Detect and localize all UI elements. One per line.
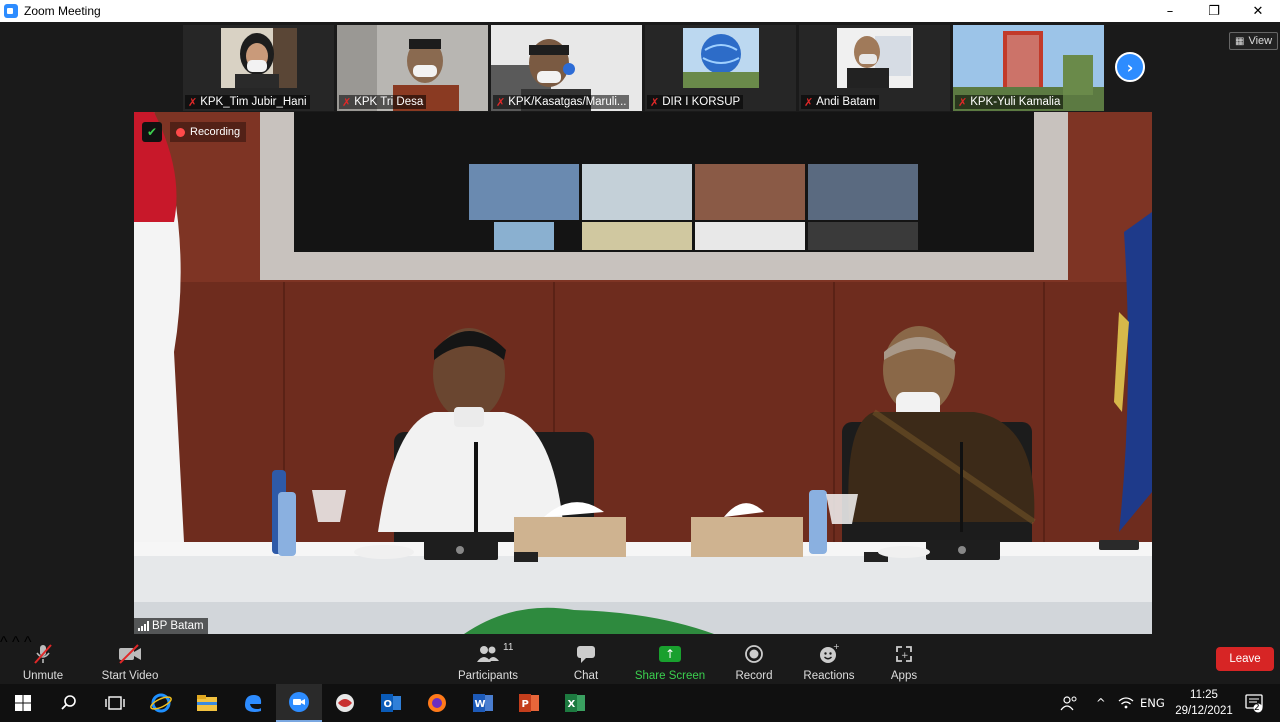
zoom-taskbar-icon[interactable] — [276, 684, 322, 722]
participant-tile[interactable]: ✗ KPK Tri Desa — [337, 25, 488, 111]
mic-off-icon: ✗ — [804, 95, 814, 109]
active-speaker-video: ✔ Recording BP Batam — [134, 112, 1152, 634]
participant-tile[interactable]: ✗ KPK/Kasatgas/Maruli... — [491, 25, 642, 111]
microphone-muted-icon — [32, 642, 54, 666]
participant-tile[interactable]: ✗ KPK_Tim Jubir_Hani — [183, 25, 334, 111]
file-explorer-icon[interactable] — [184, 684, 230, 722]
powerpoint-icon[interactable]: P — [506, 684, 552, 722]
video-off-icon — [117, 642, 143, 666]
windows-start-icon[interactable] — [0, 684, 46, 722]
participant-tile[interactable]: ✗ Andi Batam — [799, 25, 950, 111]
svg-text:O: O — [384, 699, 393, 710]
mic-off-icon: ✗ — [342, 95, 352, 109]
wifi-icon[interactable] — [1118, 684, 1134, 722]
window-title: Zoom Meeting — [24, 4, 101, 18]
audio-options-caret-icon[interactable]: ^ — [0, 634, 8, 651]
recording-indicator[interactable]: Recording — [170, 122, 247, 142]
minimize-button[interactable]: – — [1148, 0, 1192, 22]
participant-name: ✗ KPK_Tim Jubir_Hani — [185, 95, 310, 109]
restore-button[interactable]: ❐ — [1192, 0, 1236, 22]
security-shield-icon[interactable]: ✔ — [142, 122, 162, 142]
participant-tile[interactable]: ✗ KPK-Yuli Kamalia — [953, 25, 1104, 111]
participant-name: ✗ KPK Tri Desa — [339, 95, 427, 109]
input-language[interactable]: ENG — [1140, 684, 1165, 722]
participant-name: ✗ Andi Batam — [801, 95, 879, 109]
speaker-name-label: BP Batam — [134, 618, 208, 634]
participants-icon — [476, 642, 500, 666]
people-icon[interactable] — [1060, 684, 1078, 722]
participant-name: ✗ KPK-Yuli Kamalia — [955, 95, 1064, 109]
windows-taskbar: O W P X ^ ENG 11:25 29/12/2021 2 — [0, 684, 1280, 722]
svg-text:+: + — [833, 643, 840, 651]
participant-name: ✗ KPK/Kasatgas/Maruli... — [493, 95, 630, 109]
apps-button[interactable]: + Apps — [884, 636, 924, 682]
mic-off-icon: ✗ — [958, 95, 968, 109]
window-titlebar: Zoom Meeting – ❐ ✕ — [0, 0, 1280, 22]
mic-off-icon: ✗ — [496, 95, 506, 109]
meeting-controls-bar: Unmute ^ Start Video ^ Participants 11 ^ — [0, 634, 1280, 684]
clock-date: 29/12/2021 — [1175, 705, 1233, 717]
outlook-icon[interactable]: O — [368, 684, 414, 722]
search-icon[interactable] — [46, 684, 92, 722]
window-controls: – ❐ ✕ — [1148, 0, 1280, 22]
app-icon[interactable] — [322, 684, 368, 722]
mic-off-icon: ✗ — [188, 95, 198, 109]
svg-text:P: P — [522, 699, 529, 710]
participant-tile[interactable]: ✗ DIR I KORSUP — [645, 25, 796, 111]
speaker-video-scene — [134, 112, 1152, 634]
notification-center-icon[interactable]: 2 — [1244, 684, 1264, 722]
system-clock[interactable]: 11:25 29/12/2021 — [1170, 687, 1238, 719]
firefox-icon[interactable] — [414, 684, 460, 722]
clock-time: 11:25 — [1190, 689, 1218, 701]
close-button[interactable]: ✕ — [1236, 0, 1280, 22]
show-hidden-icons-chevron-icon[interactable]: ^ — [1096, 684, 1106, 722]
next-page-arrow-icon[interactable]: › — [1115, 52, 1145, 82]
chat-button[interactable]: Chat — [566, 636, 606, 682]
svg-text:W: W — [475, 699, 486, 710]
reactions-button[interactable]: + Reactions — [801, 636, 857, 682]
svg-text:X: X — [568, 699, 576, 710]
mic-off-icon: ✗ — [650, 95, 660, 109]
unmute-button[interactable]: Unmute — [18, 636, 68, 682]
svg-text:+: + — [901, 651, 909, 661]
zoom-app-icon — [4, 4, 18, 18]
participant-video — [682, 28, 759, 88]
record-icon — [744, 642, 764, 666]
participant-video — [220, 28, 297, 88]
start-video-button[interactable]: Start Video — [100, 636, 160, 682]
edge-browser-icon[interactable] — [230, 684, 276, 722]
leave-button[interactable]: Leave — [1216, 647, 1274, 671]
view-button[interactable]: ▦ View — [1229, 32, 1279, 50]
share-screen-icon: ↑ — [659, 642, 681, 666]
task-view-icon[interactable] — [92, 684, 138, 722]
meeting-area: ✗ KPK_Tim Jubir_Hani ✗ KPK Tri Desa ✗ KP… — [0, 22, 1280, 634]
participant-video — [836, 28, 913, 88]
chat-icon — [575, 642, 597, 666]
reactions-icon: + — [818, 642, 840, 666]
participant-name: ✗ DIR I KORSUP — [647, 95, 744, 109]
internet-explorer-icon[interactable] — [138, 684, 184, 722]
word-icon[interactable]: W — [460, 684, 506, 722]
notification-count: 2 — [1254, 703, 1260, 713]
recording-dot-icon — [176, 127, 185, 137]
gallery-strip: ✗ KPK_Tim Jubir_Hani ✗ KPK Tri Desa ✗ KP… — [183, 25, 1104, 111]
grid-icon: ▦ — [1235, 35, 1245, 47]
signal-strength-icon — [138, 621, 149, 631]
share-screen-button[interactable]: ↑ Share Screen — [632, 636, 708, 682]
participants-count: 11 — [503, 642, 514, 653]
excel-icon[interactable]: X — [552, 684, 598, 722]
record-button[interactable]: Record — [732, 636, 776, 682]
apps-icon: + — [894, 642, 914, 666]
